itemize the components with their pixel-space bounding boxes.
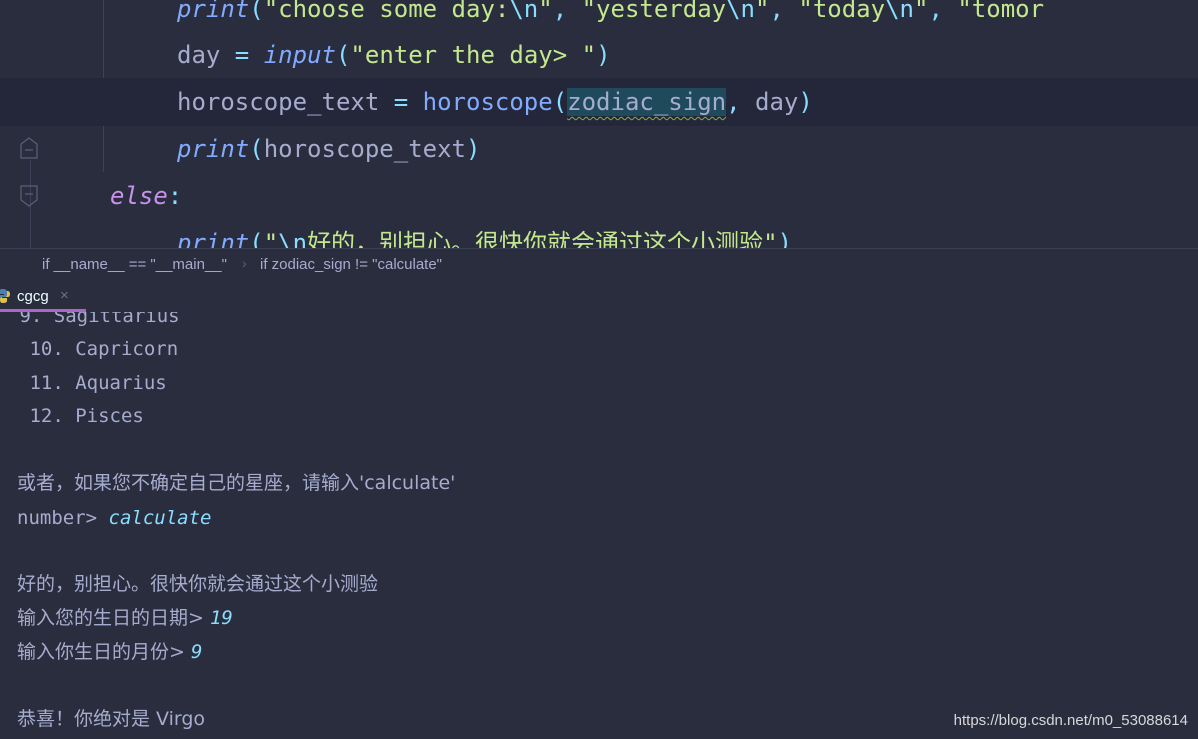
code-token: ( bbox=[249, 229, 264, 248]
console-line: 输入您的生日的日期> 19 bbox=[17, 605, 233, 631]
code-token: " bbox=[913, 0, 929, 23]
code-token: \n bbox=[885, 0, 914, 23]
code-token: "enter the day> " bbox=[350, 41, 597, 69]
code-line[interactable]: print("\n好的，别担心。很快你就会通过这个小测验") bbox=[0, 219, 1198, 248]
code-token: horoscope_text bbox=[263, 135, 466, 163]
code-token: " bbox=[538, 0, 553, 23]
console-prompt: 输入你生日的月份> bbox=[17, 641, 191, 663]
code-token: "tomor bbox=[957, 0, 1045, 23]
breadcrumb-separator: › bbox=[242, 255, 247, 271]
run-tab-cgcg[interactable]: cgcg × bbox=[0, 281, 86, 312]
code-line[interactable]: print(horoscope_text) bbox=[0, 125, 1198, 173]
code-token: , bbox=[726, 88, 756, 116]
code-token: \n bbox=[509, 0, 539, 23]
console-line: 好的，别担心。很快你就会通过这个小测验 bbox=[17, 573, 379, 595]
code-token: horoscope_text bbox=[177, 88, 380, 116]
run-console[interactable]: 9. Sagittarius 10. Capricorn 11. Aquariu… bbox=[0, 312, 1198, 739]
code-token: day bbox=[177, 41, 221, 69]
code-token: ( bbox=[249, 0, 264, 23]
code-token: , bbox=[769, 0, 799, 23]
console-line: 或者，如果您不确定自己的星座，请输入'calculate' bbox=[17, 470, 455, 496]
console-user-input: 9 bbox=[190, 641, 203, 663]
console-line: number> calculate bbox=[17, 505, 211, 531]
code-line[interactable]: day = input("enter the day> ") bbox=[0, 31, 1198, 79]
code-token: " bbox=[755, 0, 770, 23]
code-token: ) bbox=[777, 229, 792, 248]
code-token: ( bbox=[249, 135, 264, 163]
fold-marker-icon[interactable] bbox=[20, 137, 38, 159]
code-token: ) bbox=[798, 88, 813, 116]
code-token: = bbox=[220, 41, 264, 69]
console-user-input: 19 bbox=[209, 607, 233, 629]
highlighted-identifier[interactable]: zodiac_sign bbox=[567, 88, 727, 116]
console-text: 或者，如果您不确定自己的星座，请输入'calculate' bbox=[17, 472, 456, 494]
code-line[interactable]: else: bbox=[0, 172, 1198, 220]
close-icon[interactable]: × bbox=[60, 287, 69, 304]
code-token: : bbox=[167, 182, 183, 210]
code-token: 好的，别担心。很快你就会通过这个小测验 bbox=[307, 229, 764, 248]
console-line: 12. Pisces bbox=[18, 405, 144, 427]
code-token: day bbox=[755, 88, 799, 116]
code-token: horoscope bbox=[422, 88, 553, 116]
code-token: input bbox=[263, 41, 336, 69]
code-token: print bbox=[177, 0, 250, 23]
console-prompt: 输入您的生日的日期> bbox=[17, 607, 210, 629]
console-user-input: calculate bbox=[108, 507, 212, 529]
code-token: \n bbox=[726, 0, 756, 23]
code-token: print bbox=[177, 229, 250, 248]
code-token: ( bbox=[335, 41, 351, 69]
run-tab-bar: cgcg × bbox=[0, 281, 1198, 312]
code-token: " bbox=[763, 229, 778, 248]
code-token: ) bbox=[466, 135, 481, 163]
code-token: , bbox=[928, 0, 958, 23]
code-token: = bbox=[379, 88, 423, 116]
watermark-url: https://blog.csdn.net/m0_53088614 bbox=[953, 712, 1188, 729]
fold-marker-icon[interactable] bbox=[20, 185, 38, 207]
code-token: print bbox=[177, 135, 250, 163]
console-line: 10. Capricorn bbox=[18, 338, 179, 360]
run-tab-label: cgcg bbox=[17, 288, 49, 305]
console-line: 9. Sagittarius bbox=[8, 312, 180, 327]
code-token: "choose some day: bbox=[263, 0, 510, 23]
code-line[interactable]: print("choose some day:\n", "yesterday\n… bbox=[0, 0, 1198, 33]
breadcrumb-item[interactable]: if __name__ == "__main__" bbox=[42, 256, 227, 273]
code-editor[interactable]: print("choose some day:\n", "yesterday\n… bbox=[0, 0, 1198, 248]
code-token: ( bbox=[552, 88, 568, 116]
console-prompt: number> bbox=[17, 507, 109, 529]
code-token: else bbox=[110, 182, 168, 210]
breadcrumb: if __name__ == "__main__" › if zodiac_si… bbox=[0, 248, 1198, 280]
console-line: 恭喜！你绝对是 Virgo bbox=[17, 708, 206, 730]
python-icon bbox=[0, 288, 10, 308]
console-line: 输入你生日的月份> 9 bbox=[17, 639, 202, 665]
code-token: , bbox=[552, 0, 582, 23]
code-token: "today bbox=[798, 0, 886, 23]
code-token: "yesterday bbox=[581, 0, 727, 23]
current-code-line[interactable]: horoscope_text = horoscope(zodiac_sign, … bbox=[0, 78, 1198, 126]
breadcrumb-item[interactable]: if zodiac_sign != "calculate" bbox=[260, 256, 442, 273]
code-token: " bbox=[263, 229, 279, 248]
code-token: ) bbox=[596, 41, 611, 69]
code-token: \n bbox=[278, 229, 308, 248]
console-line: 11. Aquarius bbox=[18, 372, 167, 394]
